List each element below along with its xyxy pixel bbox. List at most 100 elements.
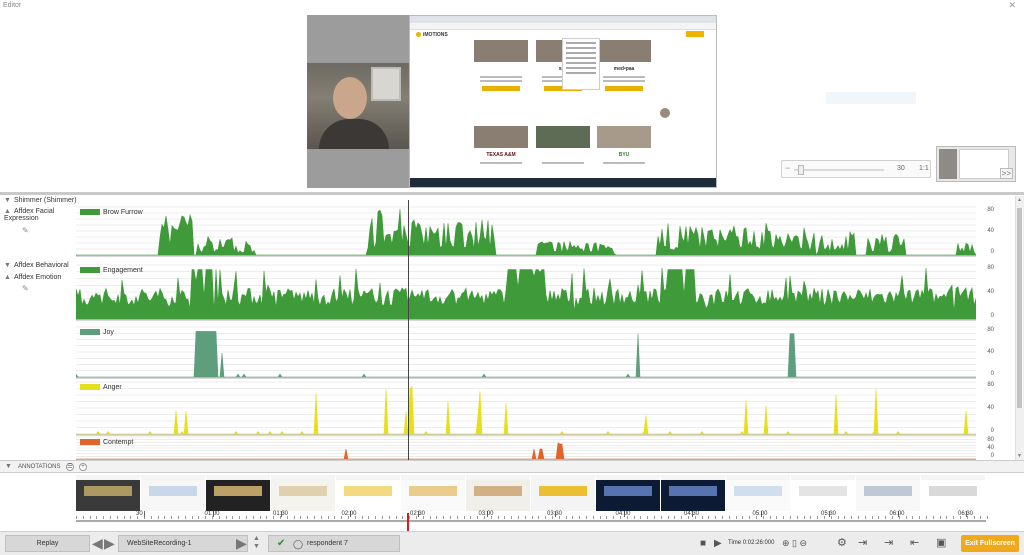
series-name: Anger: [80, 384, 122, 391]
tree-item-affdex-facial[interactable]: ▲ Affdex Facial Expression: [4, 208, 74, 222]
thumbnail[interactable]: [921, 475, 986, 511]
minor-tick: [538, 516, 540, 519]
thumbnail-strip[interactable]: [76, 475, 986, 511]
thumbnail[interactable]: [661, 475, 726, 511]
series-swatch: [80, 384, 100, 391]
thumbnail[interactable]: [726, 475, 791, 511]
stop-icon[interactable]: ■: [700, 535, 706, 552]
panel-divider[interactable]: [0, 192, 1024, 195]
minor-tick: [660, 516, 662, 519]
series-swatch: [80, 209, 100, 216]
y-tick-label: 80: [987, 382, 994, 388]
play-icon[interactable]: ▶: [714, 535, 722, 552]
minor-tick: [103, 516, 105, 519]
thumbnail[interactable]: [466, 475, 531, 511]
time-display: Time 0:02:26:000: [728, 540, 775, 546]
time-label: 03:30: [547, 511, 563, 517]
minor-tick: [436, 516, 438, 519]
respondent-select[interactable]: ✔ ◯ respondent 7: [268, 535, 400, 552]
zoom-control[interactable]: ⊕ ▯ ⊖: [782, 535, 830, 552]
slider-track[interactable]: [794, 169, 884, 171]
thumbnail[interactable]: [336, 475, 401, 511]
screen-recording: iMOTIONS spe med•paa TEXAS A&M BYU: [409, 15, 717, 188]
stimulus-thumbnail[interactable]: >>: [936, 146, 1016, 182]
zoom-ratio[interactable]: 1:1: [919, 165, 929, 172]
minor-tick: [76, 516, 77, 519]
exit-fullscreen-button[interactable]: Exit Fullscreen: [961, 535, 1019, 552]
time-label: 01:00: [204, 511, 220, 517]
minor-tick: [327, 516, 329, 519]
series-name: Engagement: [80, 267, 143, 274]
tree-item-affdex-emotion[interactable]: ▲ Affdex Emotion: [4, 274, 61, 281]
minor-tick: [334, 516, 336, 519]
minor-tick: [96, 516, 98, 519]
thumbnail[interactable]: [791, 475, 856, 511]
collapse-icon[interactable]: ▼: [5, 463, 12, 470]
tree-item-affdex-behavioral[interactable]: ▼ Affdex Behavioral: [4, 262, 69, 269]
timeline-ruler[interactable]: 30 01:00 01:30 02:00 02:30 03:00 03:30 04:00 04:…: [76, 511, 989, 531]
thumbnail[interactable]: [141, 475, 206, 511]
segment-export-icon[interactable]: ⇥: [884, 535, 893, 552]
thumbnail[interactable]: [596, 475, 661, 511]
next-arrow-icon[interactable]: ▶: [104, 535, 115, 552]
sensor-scrollbar[interactable]: ▲ ▼: [1015, 196, 1024, 460]
list-icon[interactable]: ☰: [66, 463, 74, 471]
thumbnail[interactable]: [401, 475, 466, 511]
export-icon[interactable]: ⇥: [858, 535, 867, 552]
thumbnail[interactable]: [531, 475, 596, 511]
next-recording-icon[interactable]: ▶: [236, 535, 247, 552]
sensor-area: [76, 331, 976, 378]
close-icon[interactable]: ✕: [1008, 0, 1016, 11]
add-icon[interactable]: +: [79, 463, 87, 471]
edit-icon[interactable]: ✎: [22, 284, 29, 293]
import-icon[interactable]: ⇤: [910, 535, 919, 552]
recording-select[interactable]: WebSiteRecording-1: [118, 535, 248, 552]
minor-tick: [851, 516, 853, 519]
series-name: Brow Furrow: [80, 209, 143, 216]
expand-icon[interactable]: >>: [999, 168, 1013, 179]
sensor-plot: [76, 264, 976, 321]
thumbnail[interactable]: [271, 475, 336, 511]
scrollbar-thumb[interactable]: [1017, 208, 1023, 408]
minor-tick: [953, 516, 955, 519]
minor-tick: [810, 516, 812, 519]
annotations-bar: ▼ ANNOTATIONS ☰ +: [0, 460, 1024, 473]
thumbnail[interactable]: [206, 475, 271, 511]
major-tick: [144, 511, 145, 517]
prev-arrow-icon[interactable]: ◀: [92, 535, 103, 552]
minor-tick: [388, 516, 390, 519]
playhead-line[interactable]: [408, 200, 409, 462]
minor-tick: [980, 516, 982, 519]
minor-tick: [905, 516, 907, 519]
minor-tick: [796, 516, 798, 519]
collapse-icon[interactable]: ▲: [4, 274, 11, 281]
tree-item-shimmer[interactable]: ▼ Shimmer (Shimmer): [4, 197, 77, 204]
collapse-icon[interactable]: ▼: [4, 197, 11, 204]
playback-speed-slider[interactable]: − 30 1:1: [781, 160, 931, 178]
minor-tick: [987, 516, 989, 519]
settings-gear-icon[interactable]: ⚙: [837, 535, 847, 552]
scroll-up-icon[interactable]: ▲: [1017, 197, 1022, 203]
fit-icon[interactable]: ▣: [936, 535, 946, 552]
updown-icon[interactable]: ▲ ▼: [253, 535, 263, 552]
minor-tick: [198, 516, 200, 519]
minor-tick: [443, 516, 445, 519]
replay-button[interactable]: Replay: [5, 535, 90, 552]
scroll-down-icon[interactable]: ▼: [1017, 453, 1022, 459]
minor-tick: [450, 516, 451, 519]
slider-knob[interactable]: [798, 165, 804, 175]
minor-tick: [456, 516, 458, 519]
minor-tick: [150, 516, 152, 519]
minor-tick: [728, 516, 730, 519]
slider-value: 30: [897, 165, 905, 172]
minor-tick: [293, 516, 295, 519]
thumbnail[interactable]: [76, 475, 141, 511]
time-label: 04:00: [615, 511, 631, 517]
thumbnail[interactable]: [856, 475, 921, 511]
edit-icon[interactable]: ✎: [22, 226, 29, 235]
minus-icon[interactable]: −: [785, 163, 790, 173]
collapse-icon[interactable]: ▼: [4, 262, 11, 269]
y-tick-label: 40: [987, 289, 994, 295]
collapse-icon[interactable]: ▲: [4, 208, 11, 215]
minor-tick: [579, 516, 581, 519]
